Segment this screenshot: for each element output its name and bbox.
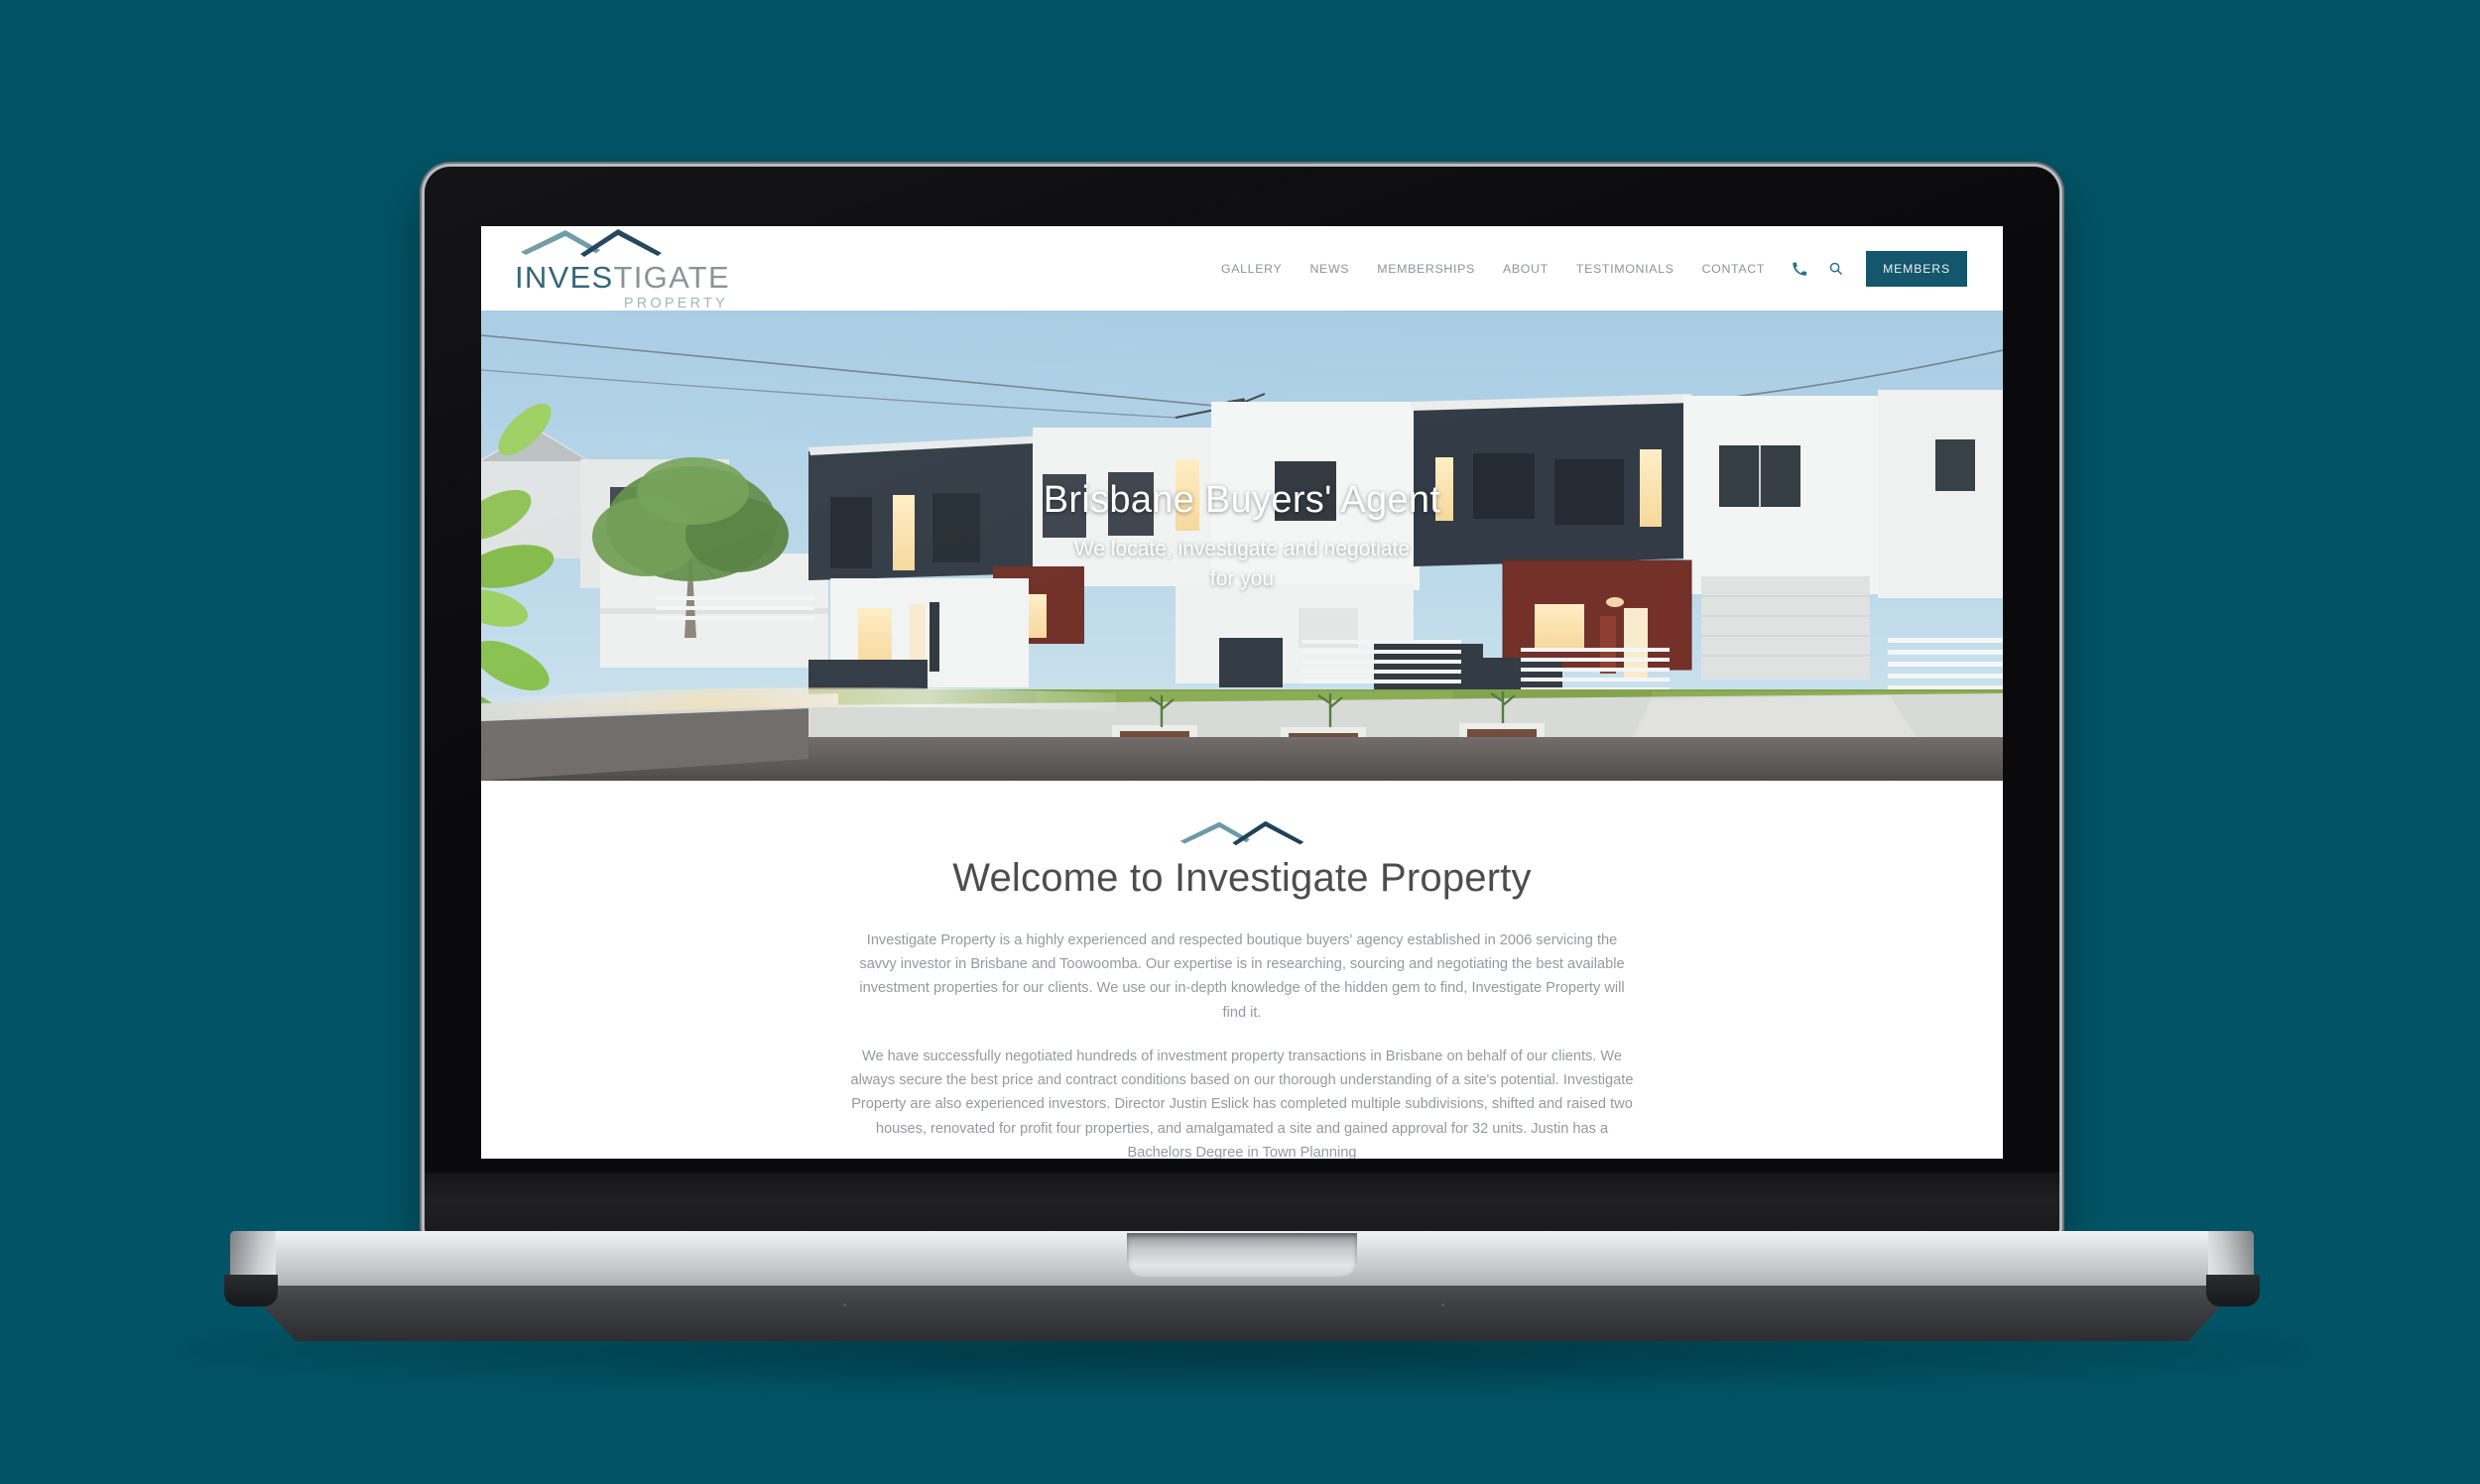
- nav-item-memberships[interactable]: MEMBERSHIPS: [1363, 262, 1489, 276]
- hero-text-block: Brisbane Buyers' Agent We locate, invest…: [481, 479, 2003, 595]
- laptop-base-notch: [1127, 1233, 1357, 1277]
- hero-title: Brisbane Buyers' Agent: [1043, 479, 1441, 521]
- main-navigation: GALLERY NEWS MEMBERSHIPS ABOUT TESTIMONI…: [1207, 250, 1967, 287]
- welcome-paragraph-2: We have successfully negotiated hundreds…: [850, 1048, 1634, 1159]
- laptop-lid: INVESTIGATE PROPERTY GALLERY NEWS MEMBER…: [425, 167, 2059, 1234]
- site-header: INVESTIGATE PROPERTY GALLERY NEWS MEMBER…: [481, 226, 2003, 311]
- logo-wordmark-part2: TIGATE: [613, 259, 730, 295]
- nav-item-gallery[interactable]: GALLERY: [1207, 262, 1297, 276]
- page-title: Welcome to Investigate Property: [952, 856, 1532, 900]
- nav-item-news[interactable]: NEWS: [1296, 262, 1363, 276]
- laptop-mockup: INVESTIGATE PROPERTY GALLERY NEWS MEMBER…: [0, 0, 2480, 1484]
- logo-subtitle: PROPERTY: [623, 295, 728, 311]
- logo-wordmark: INVESTIGATE: [515, 262, 730, 293]
- hero-subtitle: We locate, investigate and negotiate for…: [1073, 537, 1411, 591]
- laptop-foot-left: [224, 1275, 278, 1306]
- mountain-divider-icon: [1179, 820, 1304, 846]
- laptop-base: [224, 1231, 2260, 1350]
- nav-item-contact[interactable]: CONTACT: [1688, 262, 1780, 276]
- welcome-paragraph-1: Investigate Property is a highly experie…: [859, 932, 1625, 1021]
- lid-bottom-band: [425, 1173, 2059, 1234]
- nav-item-testimonials[interactable]: TESTIMONIALS: [1562, 262, 1688, 276]
- laptop-base-front: [244, 1286, 2240, 1341]
- laptop-screen: INVESTIGATE PROPERTY GALLERY NEWS MEMBER…: [481, 226, 2003, 1159]
- laptop-foot-right: [2206, 1275, 2260, 1306]
- logo-wordmark-part1: INVES: [515, 259, 614, 295]
- hero-section: Brisbane Buyers' Agent We locate, invest…: [481, 310, 2003, 781]
- search-icon[interactable]: [1820, 254, 1850, 284]
- phone-icon[interactable]: [1785, 254, 1814, 284]
- nav-item-about[interactable]: ABOUT: [1489, 262, 1562, 276]
- brand-logo[interactable]: INVESTIGATE PROPERTY: [515, 226, 730, 311]
- mountain-logo-icon: [521, 228, 662, 257]
- laptop-base-top: [230, 1231, 2254, 1287]
- welcome-section: Welcome to Investigate Property Investig…: [481, 781, 2003, 1159]
- members-button[interactable]: MEMBERS: [1866, 250, 1967, 287]
